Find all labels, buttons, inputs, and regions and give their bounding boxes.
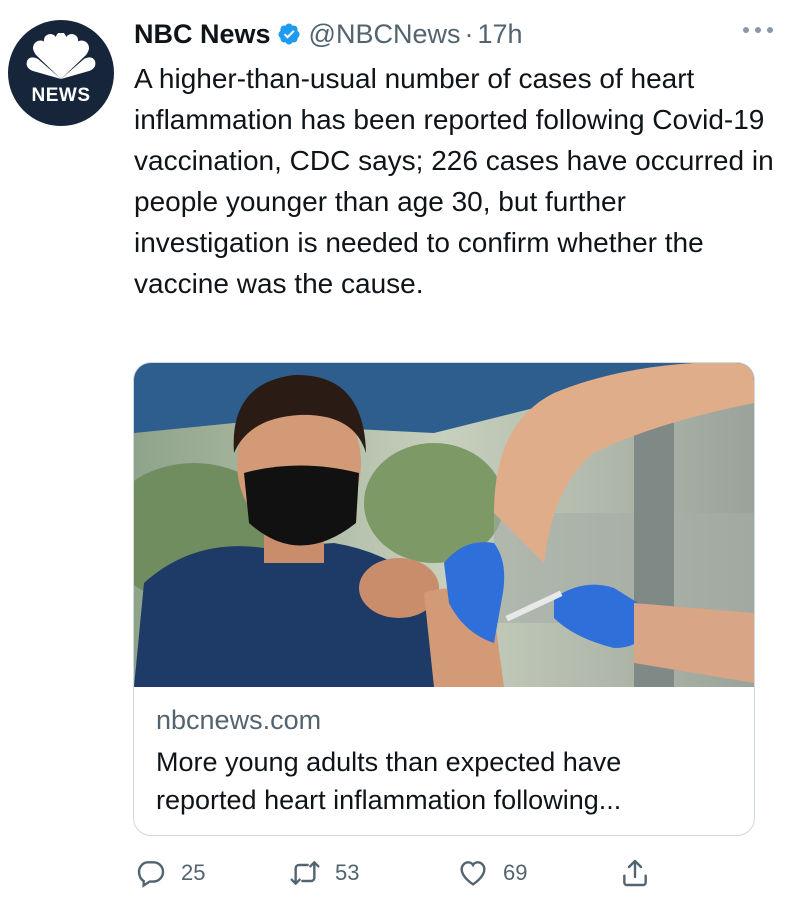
reply-button[interactable]: 25 [135,850,205,895]
retweet-button[interactable]: 53 [289,850,359,895]
separator-dot: · [464,18,474,49]
card-image[interactable] [134,363,754,687]
like-button[interactable]: 69 [457,850,527,895]
tweet-header: NBC News @NBCNews · 17h [134,14,523,54]
avatar[interactable]: NEWS [8,20,114,126]
reply-count: 25 [181,859,206,885]
verified-badge-icon [278,23,300,45]
like-count: 69 [503,859,528,885]
tweet-text: A higher-than-usual number of cases of h… [134,63,774,299]
author-handle[interactable]: @NBCNews [309,19,461,50]
retweet-icon [290,860,320,885]
share-icon [623,859,647,886]
author-name[interactable]: NBC News [134,19,271,50]
link-card[interactable]: nbcnews.com More young adults than expec… [133,362,755,836]
retweet-count: 53 [335,859,360,885]
tweet-timestamp[interactable]: 17h [477,19,522,50]
peacock-logo-icon [26,33,96,79]
share-button[interactable] [619,850,651,895]
more-options-icon[interactable] [743,24,773,36]
heart-icon [460,860,486,886]
card-domain: nbcnews.com [156,705,322,735]
reply-icon [137,860,165,888]
tweet-actions: 25 53 69 [133,850,753,895]
avatar-news-label: NEWS [31,85,91,106]
card-title: More young adults than expected have rep… [156,747,622,815]
